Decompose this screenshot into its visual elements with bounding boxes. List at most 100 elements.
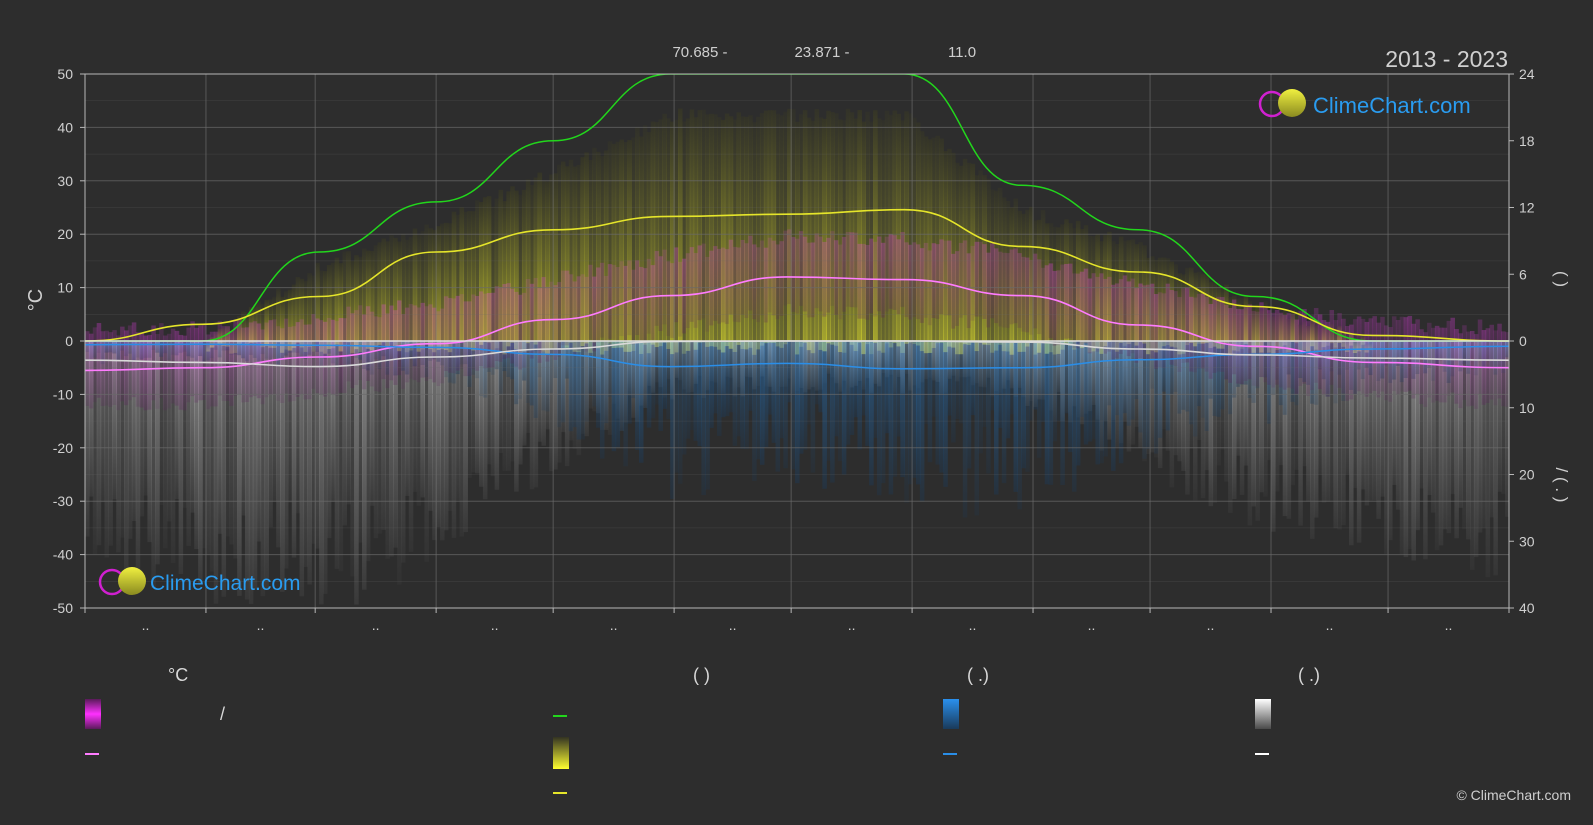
temp-range-day-bar [354,310,359,385]
temp-range-day-bar [494,286,500,362]
temp-range-day-bar [482,293,488,369]
temp-range-day-bar [919,248,925,323]
temp-range-day-bar [276,326,281,401]
temp-range-day-bar [1388,327,1393,402]
temp-range-day-bar [147,334,152,410]
temp-range-day-bar [1473,334,1479,409]
temp-range-day-bar [865,244,870,320]
sunshine-day-bar [869,121,874,355]
brand-logo-top[interactable]: ClimeChart.com [1258,89,1471,118]
temp-range-day-bar [884,236,890,312]
temp-range-day-bar [194,327,199,403]
temp-range-day-bar [295,322,301,397]
temp-range-day-bar [1157,292,1163,368]
rain-day-bar [892,341,898,477]
temp-range-day-bar [611,264,617,340]
sunshine-day-bar [888,114,894,348]
rain-day-bar [693,341,699,441]
temp-range-day-bar [795,238,800,314]
y-tick-label: 40 [57,119,73,135]
rain-day-bar [970,341,976,416]
temp-range-day-bar [1220,297,1225,372]
sunshine-day-bar [849,112,855,345]
temp-range-day-bar [385,313,390,389]
rain-day-bar [638,341,644,463]
temp-range-day-bar [518,294,523,370]
temp-range-day-bar [654,251,660,326]
temp-range-day-bar [1091,273,1097,348]
legend-snow-header: ( .) [1298,665,1320,685]
temp-range-day-bar [806,242,812,318]
temp-range-day-bar [1306,321,1311,396]
temp-range-day-bar [361,314,367,390]
rain-day-bar [900,341,905,478]
temp-range-day-bar [779,241,784,316]
header-coord-lon: 23.871 - [794,44,849,61]
rain-day-bar [775,341,781,472]
temp-range-day-bar [997,251,1003,327]
y-tick-label: -20 [53,440,73,456]
temp-range-day-bar [986,252,991,328]
temp-range-day-bar [521,292,527,368]
temp-range-day-bar [369,311,375,387]
rain-day-bar [732,341,738,446]
rain-day-bar [1040,341,1046,422]
temp-range-day-bar [599,262,605,338]
rain-day-bar [1025,341,1030,472]
brand-name-top: ClimeChart.com [1313,93,1471,118]
rain-day-bar [896,341,901,437]
temp-range-day-bar [728,239,734,315]
header-coord-lat: 70.685 - [672,44,727,61]
temp-range-day-bar [810,242,816,318]
rain-day-bar [1009,341,1015,415]
temp-range-day-bar [455,295,461,371]
sunshine-day-bar [748,115,753,348]
rain-day-bar [982,341,987,427]
temp-range-day-bar [1356,316,1362,392]
temp-range-day-bar [131,322,137,398]
temp-range-day-bar [1341,318,1346,394]
rain-day-bar [966,341,972,469]
rain-day-bar [588,341,593,394]
brand-logo-bottom[interactable]: ClimeChart.com [98,567,301,596]
temp-range-day-bar [1352,319,1358,394]
y2-tick-label-mm: 40 [1519,600,1535,616]
temp-range-day-bar [845,231,851,307]
temp-range-day-bar [1423,332,1428,407]
temp-range-day-bar [814,233,820,309]
temp-range-day-bar [791,237,796,312]
rain-day-bar [939,341,944,473]
temp-range-day-bar [486,292,492,368]
temp-range-day-bar [658,256,664,332]
y-tick-label: -40 [53,547,73,563]
temp-range-day-bar [373,316,379,392]
temp-range-day-bar [861,243,866,319]
rain-day-bar [744,341,749,450]
rain-day-bar [697,341,703,447]
legend-snow-mean-swatch [1255,753,1269,755]
temp-range-day-bar [467,301,472,377]
temp-range-day-bar [163,335,168,411]
rain-day-bar [650,341,656,419]
rain-day-bar [802,341,808,450]
y-tick-label: 50 [57,66,73,82]
temp-range-day-bar [966,253,972,329]
rain-day-bar [997,341,1003,428]
temp-range-day-bar [982,244,987,319]
temp-range-day-bar [389,305,394,381]
snow-day-bar [397,341,402,585]
y-tick-label: -30 [53,493,73,509]
y-tick-label: -50 [53,600,73,616]
legend-rain-header: ( .) [967,665,989,685]
rain-day-bar [584,341,589,422]
temp-range-day-bar [1391,316,1397,392]
legend-daylight-swatch [553,715,567,717]
temp-range-day-bar [1294,319,1299,395]
temp-range-day-bar [209,331,215,407]
temp-range-day-bar [978,241,983,317]
rain-day-bar [736,341,742,437]
rain-day-bar [709,341,714,428]
legend-sunshine-swatch [553,737,569,769]
temp-range-day-bar [1103,278,1108,354]
rain-day-bar [713,341,718,414]
